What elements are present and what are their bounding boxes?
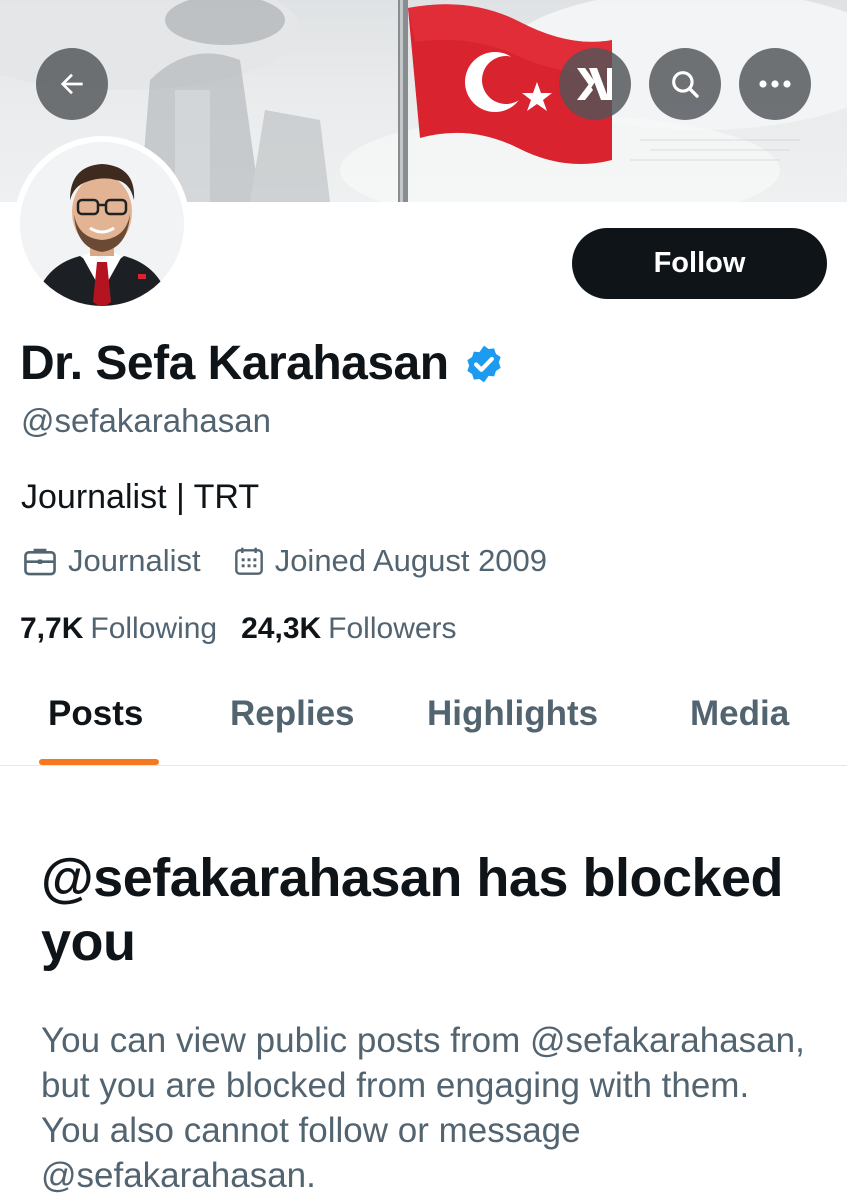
profile-avatar[interactable] [14, 136, 190, 312]
arrow-left-icon [60, 73, 83, 95]
verified-badge-icon[interactable] [463, 343, 505, 385]
profile-meta: Journalist Joined August 2009 [22, 543, 547, 579]
more-horizontal-icon [759, 80, 791, 88]
active-tab-indicator [39, 759, 159, 765]
followers-link[interactable]: 24,3K Followers [241, 612, 456, 646]
profile-name-row: Dr. Sefa Karahasan [20, 336, 505, 391]
profession-item: Journalist [22, 543, 201, 579]
blocked-message: You can view public posts from @sefakara… [41, 1021, 805, 1195]
follow-button[interactable]: Follow [572, 228, 827, 299]
search-button[interactable] [649, 48, 721, 120]
following-label: Following [90, 612, 218, 645]
search-icon [672, 71, 699, 98]
briefcase-icon [24, 548, 56, 576]
following-link[interactable]: 7,7K Following [20, 612, 217, 646]
more-button[interactable] [739, 48, 811, 120]
tab-highlights[interactable]: Highlights [427, 694, 598, 734]
tab-posts[interactable]: Posts [48, 694, 143, 734]
avatar-photo [20, 142, 184, 306]
following-count: 7,7K [20, 612, 84, 645]
joined-label: Joined August 2009 [274, 543, 548, 578]
follow-counts: 7,7K Following 24,3K Followers [20, 612, 457, 646]
tab-media[interactable]: Media [690, 694, 789, 734]
followers-count: 24,3K [241, 612, 322, 645]
profile-tabs: Posts Replies Highlights Media [0, 668, 847, 766]
profile-bio: Journalist | TRT [21, 478, 260, 516]
joined-item: Joined August 2009 [233, 543, 547, 579]
display-name: Dr. Sefa Karahasan [20, 337, 449, 390]
profession-label: Journalist [68, 543, 201, 578]
followers-label: Followers [328, 612, 457, 645]
tab-replies[interactable]: Replies [230, 694, 355, 734]
xai-logo-icon [577, 68, 612, 100]
back-button[interactable] [36, 48, 108, 120]
blocked-title: @sefakarahasan has blocked you [41, 848, 784, 972]
profile-handle: @sefakarahasan [21, 402, 271, 439]
grok-button[interactable] [559, 48, 631, 120]
calendar-icon [234, 547, 263, 575]
